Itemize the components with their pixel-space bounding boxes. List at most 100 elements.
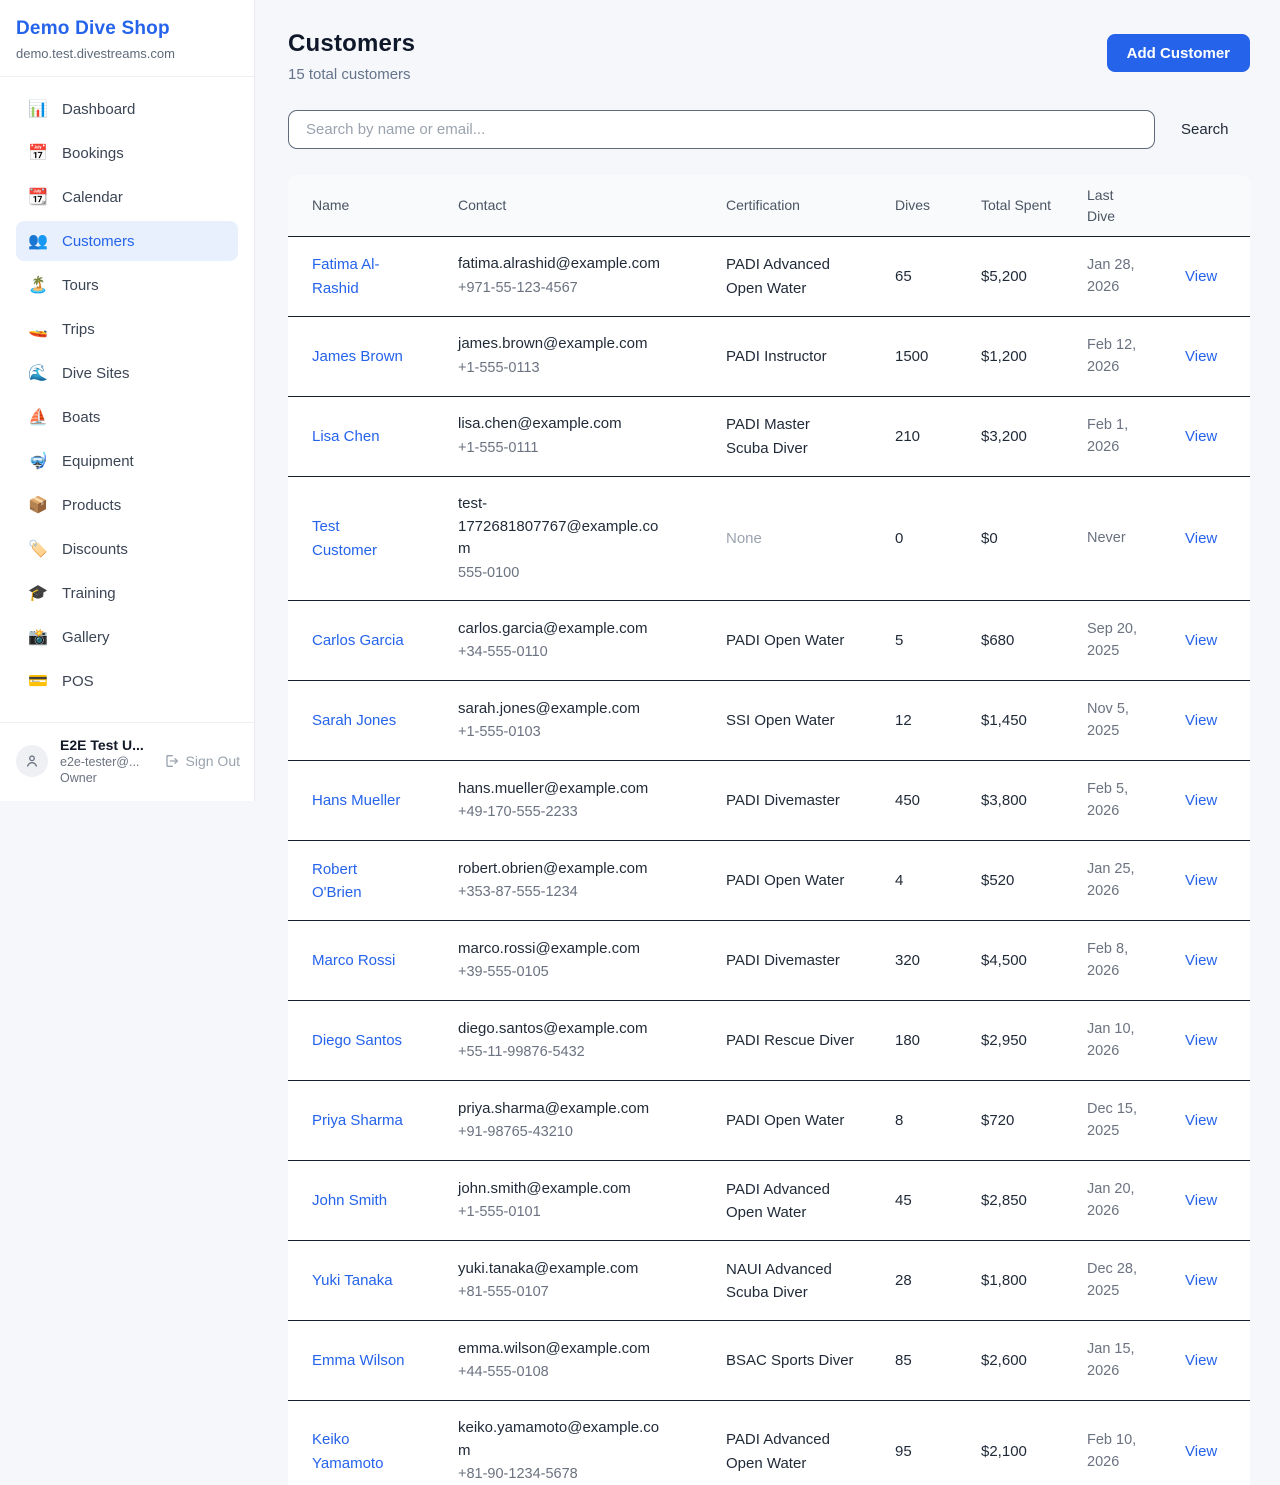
- customer-name-link[interactable]: John Smith: [312, 1192, 387, 1209]
- sidebar-item-customers[interactable]: 👥 Customers: [16, 221, 238, 261]
- customer-last-dive: Dec 15, 2025: [1087, 1099, 1142, 1143]
- sidebar-item-calendar[interactable]: 📆 Calendar: [16, 177, 238, 217]
- view-customer-link[interactable]: View: [1185, 1112, 1217, 1129]
- customer-name-link[interactable]: Yuki Tanaka: [312, 1272, 393, 1289]
- column-header-contact: Contact: [458, 195, 726, 215]
- customer-name-link[interactable]: Emma Wilson: [312, 1352, 405, 1369]
- sidebar-item-boats[interactable]: ⛵ Boats: [16, 397, 238, 437]
- customer-certification: None: [726, 527, 855, 550]
- column-header-last-dive: Last Dive: [1087, 185, 1185, 226]
- search-button[interactable]: Search: [1181, 121, 1229, 138]
- view-customer-link[interactable]: View: [1185, 712, 1217, 729]
- view-customer-link[interactable]: View: [1185, 1443, 1217, 1460]
- tag-icon: 🏷️: [28, 539, 48, 559]
- customer-phone: +1-555-0101: [458, 1202, 668, 1224]
- sidebar-item-bookings[interactable]: 📅 Bookings: [16, 133, 238, 173]
- customer-certification: PADI Open Water: [726, 1109, 855, 1132]
- customer-total-spent: $3,800: [981, 792, 1052, 809]
- customer-dives: 5: [895, 632, 961, 649]
- customer-certification: PADI Open Water: [726, 869, 855, 892]
- customer-dives: 85: [895, 1352, 961, 1369]
- customer-email: priya.sharma@example.com: [458, 1098, 668, 1121]
- customer-certification: PADI Divemaster: [726, 949, 855, 972]
- customer-dives: 320: [895, 952, 961, 969]
- sign-out-label: Sign Out: [186, 753, 240, 769]
- view-customer-link[interactable]: View: [1185, 1032, 1217, 1049]
- customer-name-link[interactable]: Test Customer: [312, 518, 377, 558]
- sidebar-item-products[interactable]: 📦 Products: [16, 485, 238, 525]
- user-name: E2E Test U...: [60, 737, 151, 753]
- customer-certification: SSI Open Water: [726, 709, 855, 732]
- customer-name-link[interactable]: Lisa Chen: [312, 428, 380, 445]
- customer-phone: +44-555-0108: [458, 1362, 668, 1384]
- customer-email: diego.santos@example.com: [458, 1018, 668, 1041]
- customer-total-spent: $2,600: [981, 1352, 1052, 1369]
- package-icon: 📦: [28, 495, 48, 515]
- customer-dives: 12: [895, 712, 961, 729]
- customer-dives: 1500: [895, 348, 961, 365]
- sidebar-item-equipment[interactable]: 🤿 Equipment: [16, 441, 238, 481]
- customer-name-link[interactable]: James Brown: [312, 348, 403, 365]
- customer-certification: PADI Rescue Diver: [726, 1029, 855, 1052]
- sign-out-button[interactable]: Sign Out: [163, 753, 240, 769]
- customer-phone: +81-90-1234-5678: [458, 1464, 668, 1485]
- view-customer-link[interactable]: View: [1185, 1352, 1217, 1369]
- view-customer-link[interactable]: View: [1185, 632, 1217, 649]
- view-customer-link[interactable]: View: [1185, 1192, 1217, 1209]
- customer-certification: PADI Divemaster: [726, 789, 855, 812]
- customer-name-link[interactable]: Keiko Yamamoto: [312, 1431, 383, 1471]
- customer-name-link[interactable]: Priya Sharma: [312, 1112, 403, 1129]
- customer-name-link[interactable]: Carlos Garcia: [312, 632, 404, 649]
- sidebar-item-gallery[interactable]: 📸 Gallery: [16, 617, 238, 657]
- sidebar-item-dashboard[interactable]: 📊 Dashboard: [16, 89, 238, 129]
- table-row: James Brown james.brown@example.com +1-5…: [288, 317, 1250, 397]
- customer-phone: +91-98765-43210: [458, 1122, 668, 1144]
- sidebar-item-tours[interactable]: 🏝️ Tours: [16, 265, 238, 305]
- table-row: Carlos Garcia carlos.garcia@example.com …: [288, 601, 1250, 681]
- view-customer-link[interactable]: View: [1185, 348, 1217, 365]
- customer-name-link[interactable]: Diego Santos: [312, 1032, 402, 1049]
- view-customer-link[interactable]: View: [1185, 530, 1217, 547]
- customer-total-spent: $2,950: [981, 1032, 1052, 1049]
- customer-name-link[interactable]: Marco Rossi: [312, 952, 395, 969]
- customer-last-dive: Jan 20, 2026: [1087, 1179, 1142, 1223]
- view-customer-link[interactable]: View: [1185, 792, 1217, 809]
- people-icon: 👥: [28, 231, 48, 251]
- table-row: John Smith john.smith@example.com +1-555…: [288, 1161, 1250, 1241]
- sidebar-item-discounts[interactable]: 🏷️ Discounts: [16, 529, 238, 569]
- table-row: Test Customer test-1772681807767@example…: [288, 477, 1250, 601]
- customer-email: sarah.jones@example.com: [458, 698, 668, 721]
- customer-name-link[interactable]: Hans Mueller: [312, 792, 400, 809]
- view-customer-link[interactable]: View: [1185, 952, 1217, 969]
- view-customer-link[interactable]: View: [1185, 428, 1217, 445]
- customer-name-link[interactable]: Robert O'Brien: [312, 861, 362, 901]
- customer-name-link[interactable]: Sarah Jones: [312, 712, 396, 729]
- table-row: Marco Rossi marco.rossi@example.com +39-…: [288, 921, 1250, 1001]
- table-row: Sarah Jones sarah.jones@example.com +1-5…: [288, 681, 1250, 761]
- customer-certification: PADI Advanced Open Water: [726, 1428, 855, 1475]
- view-customer-link[interactable]: View: [1185, 872, 1217, 889]
- customer-total-spent: $3,200: [981, 428, 1052, 445]
- sidebar-item-dive-sites[interactable]: 🌊 Dive Sites: [16, 353, 238, 393]
- customer-certification: BSAC Sports Diver: [726, 1349, 855, 1372]
- customer-phone: +1-555-0103: [458, 722, 668, 744]
- view-customer-link[interactable]: View: [1185, 268, 1217, 285]
- add-customer-button[interactable]: Add Customer: [1107, 34, 1250, 72]
- sign-out-icon: [163, 753, 179, 769]
- customer-phone: +39-555-0105: [458, 962, 668, 984]
- customer-last-dive: Jan 15, 2026: [1087, 1339, 1142, 1383]
- customer-email: john.smith@example.com: [458, 1178, 668, 1201]
- search-input[interactable]: [288, 110, 1155, 149]
- search-row: Search: [288, 110, 1250, 149]
- wave-icon: 🌊: [28, 363, 48, 383]
- customer-last-dive: Feb 12, 2026: [1087, 335, 1142, 379]
- customer-name-link[interactable]: Fatima Al-Rashid: [312, 256, 380, 296]
- sidebar-item-pos[interactable]: 💳 POS: [16, 661, 238, 701]
- sailboat-icon: ⛵: [28, 407, 48, 427]
- sidebar-item-trips[interactable]: 🚤 Trips: [16, 309, 238, 349]
- customer-last-dive: Jan 25, 2026: [1087, 859, 1142, 903]
- view-customer-link[interactable]: View: [1185, 1272, 1217, 1289]
- sidebar-item-training[interactable]: 🎓 Training: [16, 573, 238, 613]
- table-row: Keiko Yamamoto keiko.yamamoto@example.co…: [288, 1401, 1250, 1485]
- customer-email: james.brown@example.com: [458, 333, 668, 356]
